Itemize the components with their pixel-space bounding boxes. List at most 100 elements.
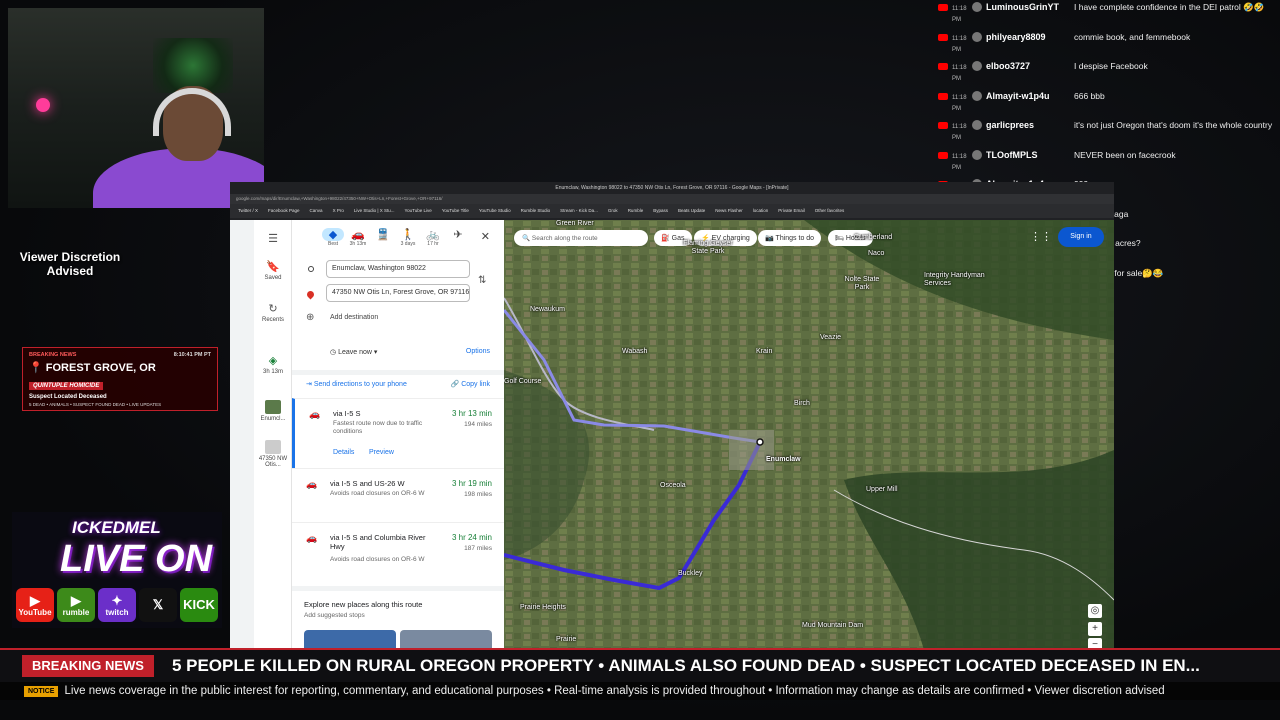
- route-via: via I-5 S and US-26 W: [330, 479, 405, 488]
- breaking-label: BREAKING NEWS: [29, 352, 77, 358]
- bookmark-item[interactable]: News Flasher: [715, 208, 743, 214]
- route-via: via I-5 S and Columbia River Hwy: [330, 533, 426, 551]
- saved-button[interactable]: 🔖 Saved: [254, 260, 292, 281]
- youtube-icon: [938, 92, 948, 100]
- bookmark-item[interactable]: Grok: [608, 208, 618, 214]
- bookmark-item[interactable]: location: [753, 208, 769, 214]
- bookmark-item[interactable]: Rumble Studio: [521, 208, 551, 214]
- bookmark-item[interactable]: Canva: [310, 208, 323, 214]
- address-bar[interactable]: google.com/maps/dir/Enumclaw,+Washington…: [230, 194, 1114, 204]
- leave-now-dropdown[interactable]: ◷ Leave now ▾: [330, 348, 377, 356]
- browser-window: Enumclaw, Washington 98022 to 47350 NW O…: [230, 182, 1114, 650]
- place-label: Nolte State Park: [844, 276, 880, 291]
- close-icon[interactable]: ✕: [481, 230, 490, 243]
- travel-mode-4[interactable]: 🚲 17 hr: [422, 228, 444, 247]
- bookmarks-bar: Twitter / X Facebook Page Canva X Pro Live S…: [230, 204, 1114, 218]
- options-link[interactable]: Options: [466, 348, 490, 355]
- platform-icon: KICK: [180, 588, 218, 622]
- travel-mode-3[interactable]: 🚶 3 days: [397, 228, 419, 247]
- platform-icons: ▶ YouTube ▶ rumble ✦ twitch 𝕏 KICK: [16, 588, 218, 622]
- travel-mode-icon: 🚆: [376, 229, 390, 241]
- recent-trip[interactable]: ◈ 3h 13m: [254, 354, 292, 375]
- platform-glyph: ▶: [30, 592, 40, 608]
- recent-place-2[interactable]: 47350 NW Otis...: [254, 440, 292, 468]
- bookmark-item[interactable]: Other favorites: [815, 208, 845, 214]
- car-icon: 🚗: [306, 533, 318, 543]
- swap-icon[interactable]: ⇅: [478, 275, 486, 286]
- bookmark-item[interactable]: Twitter / X: [238, 208, 258, 214]
- suggested-stop-card[interactable]: [304, 630, 396, 650]
- chat-message: 11:18 PM garlicprees it's not just Oregon …: [934, 120, 1278, 144]
- bookmark-item[interactable]: Stream - Kick Da...: [560, 208, 598, 214]
- travel-mode-5[interactable]: ✈: [447, 228, 469, 241]
- origin-dot-icon: [308, 266, 314, 272]
- platform-icon: 𝕏: [139, 588, 177, 622]
- bookmark-item[interactable]: YouTube Title: [442, 208, 469, 214]
- chat-text: it's not just Oregon that's doom it's th…: [1074, 120, 1273, 130]
- travel-mode-0[interactable]: ◆ Best: [322, 228, 344, 247]
- stream-frame: 11:18 PM LuminousGrinYT I have complete co…: [0, 0, 1280, 720]
- divider-2: [292, 586, 504, 591]
- bookmark-item[interactable]: Rumble: [628, 208, 644, 214]
- avatar: [972, 31, 982, 42]
- recents-button[interactable]: ↻ Recents: [254, 302, 292, 323]
- travel-mode-2[interactable]: 🚆: [372, 228, 394, 241]
- chip-things[interactable]: 📷 Things to do: [758, 230, 822, 246]
- search-along-route[interactable]: 🔍 Search along the route: [514, 230, 648, 246]
- bookmark-item[interactable]: YouTube Studio: [479, 208, 511, 214]
- copy-link[interactable]: 🔗 Copy link: [451, 380, 490, 388]
- route-option-3[interactable]: 🚗 via I-5 S and Columbia River Hwy Avoid…: [292, 522, 504, 582]
- zoom-in-button[interactable]: +: [1088, 622, 1102, 636]
- place-label: Cumberland: [854, 234, 893, 241]
- avatar: [972, 2, 982, 12]
- place-thumbnail: [265, 400, 281, 414]
- place-label: Prairie Heights: [520, 604, 566, 611]
- recent-place-1[interactable]: Enumcl...: [254, 400, 292, 422]
- route-note: Avoids road closures on OR-6 W: [330, 556, 425, 563]
- bookmark-item[interactable]: Bypass: [653, 208, 668, 214]
- chat-text: 666 bbb: [1074, 90, 1105, 101]
- chat-username: garlicprees: [986, 120, 1035, 130]
- route-option-2[interactable]: 🚗 via I-5 S and US-26 W Avoids road clos…: [292, 468, 504, 528]
- phone-icon: ⇥: [306, 381, 312, 388]
- location-pin-icon: 📍: [29, 362, 43, 374]
- travel-mode-1[interactable]: 🚗 3h 13m: [347, 228, 369, 247]
- origin-input[interactable]: Enumclaw, Washington 98022: [326, 260, 470, 278]
- avatar: [972, 61, 982, 71]
- bookmark-item[interactable]: X Pro: [333, 208, 344, 214]
- bookmark-item[interactable]: Live Studio | X Stu...: [354, 208, 395, 214]
- bookmark-item[interactable]: YouTube Live: [405, 208, 432, 214]
- travel-mode-icon: 🚶: [401, 229, 415, 241]
- apps-grid-icon[interactable]: ⋮⋮: [1030, 230, 1052, 243]
- menu-button[interactable]: ☰: [254, 232, 292, 247]
- chat-message: 11:18 PM philyeary8809 commie book, and fe…: [934, 31, 1278, 56]
- google-maps: ☰ 🔖 Saved ↻ Recents ◈ 3h 13m Enumcl... 4735…: [230, 220, 1114, 650]
- preview-button[interactable]: Preview: [369, 449, 394, 456]
- place-label: Prairie: [556, 636, 577, 643]
- place-label: Birch: [794, 400, 810, 407]
- my-location-icon[interactable]: ◎: [1088, 604, 1102, 618]
- search-icon: 🔍: [522, 235, 531, 242]
- bookmark-item[interactable]: Private Email: [778, 208, 805, 214]
- details-button[interactable]: Details: [333, 449, 354, 456]
- place-label: Buckley: [678, 570, 703, 577]
- platform-icon: ▶ rumble: [57, 588, 95, 622]
- divider: [292, 370, 504, 375]
- route-option-1[interactable]: 🚗 via I-5 S Fastest route now due to tra…: [292, 398, 504, 468]
- chat-time: 11:18 PM: [952, 124, 967, 141]
- place-label: Wabash: [622, 348, 648, 355]
- bookmark-item[interactable]: Beats Update: [678, 208, 705, 214]
- chat-message: 11:18 PM LuminousGrinYT I have complete co…: [934, 2, 1278, 26]
- bookmark-item[interactable]: Facebook Page: [268, 208, 300, 214]
- recents-label: Recents: [261, 317, 284, 323]
- viewer-discretion-label: Viewer Discretion Advised: [19, 250, 121, 278]
- destination-input[interactable]: 47350 NW Otis Ln, Forest Grove, OR 97116: [326, 284, 470, 302]
- chat-time: 11:18 PM: [952, 35, 967, 53]
- suggested-stop-card-2[interactable]: [400, 630, 492, 650]
- add-destination[interactable]: Add destination: [330, 314, 378, 321]
- sign-in-button[interactable]: Sign in: [1058, 227, 1104, 247]
- map-canvas[interactable]: 🔍 Search along the route ⛽ Gas ⚡ EV char…: [504, 220, 1114, 650]
- route-time: 3 hr 24 min: [451, 533, 492, 542]
- send-directions-link[interactable]: ⇥ Send directions to your phone: [306, 380, 407, 388]
- chat-text: commie book, and femmebook: [1074, 31, 1191, 42]
